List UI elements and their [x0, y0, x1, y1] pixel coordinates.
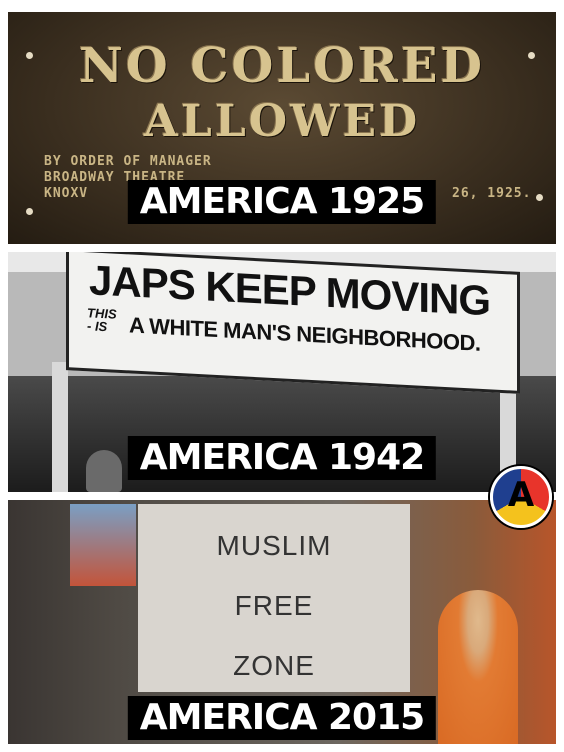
- sign-this-text: THIS - IS: [87, 305, 117, 334]
- caption-1925: AMERICA 1925: [127, 180, 437, 224]
- caption-1942: AMERICA 1942: [127, 436, 437, 480]
- poster-image: [70, 504, 136, 586]
- plaque-headline-2: ALLOWED: [143, 96, 421, 147]
- plaque-headline: NO COLORED: [78, 38, 486, 94]
- porch-post: [52, 362, 68, 492]
- sign-word-free: FREE: [234, 590, 314, 621]
- caption-2015: AMERICA 2015: [127, 696, 437, 740]
- sign-word-zone: ZONE: [233, 650, 315, 681]
- panel-2015: MUSLIM FREE ZONE AMERICA 2015: [8, 500, 556, 744]
- sign-word-muslim: MUSLIM: [216, 530, 332, 561]
- person-figure: [86, 450, 122, 492]
- rivet-icon: [26, 208, 33, 215]
- plaque-small-text: BY ORDER OF MANAGER: [44, 154, 212, 169]
- plaque-date-text: 26, 1925.: [452, 186, 532, 201]
- panel-1925: NO COLORED ALLOWED BY ORDER OF MANAGER B…: [8, 12, 556, 244]
- panel-1942: JAPS KEEP MOVING THIS - IS A WHITE MAN'S…: [8, 252, 556, 492]
- woman-figure: [438, 590, 518, 744]
- rivet-icon: [536, 194, 543, 201]
- neighborhood-sign: JAPS KEEP MOVING THIS - IS A WHITE MAN'S…: [66, 252, 520, 394]
- plaque-small-text: KNOXV: [44, 186, 89, 201]
